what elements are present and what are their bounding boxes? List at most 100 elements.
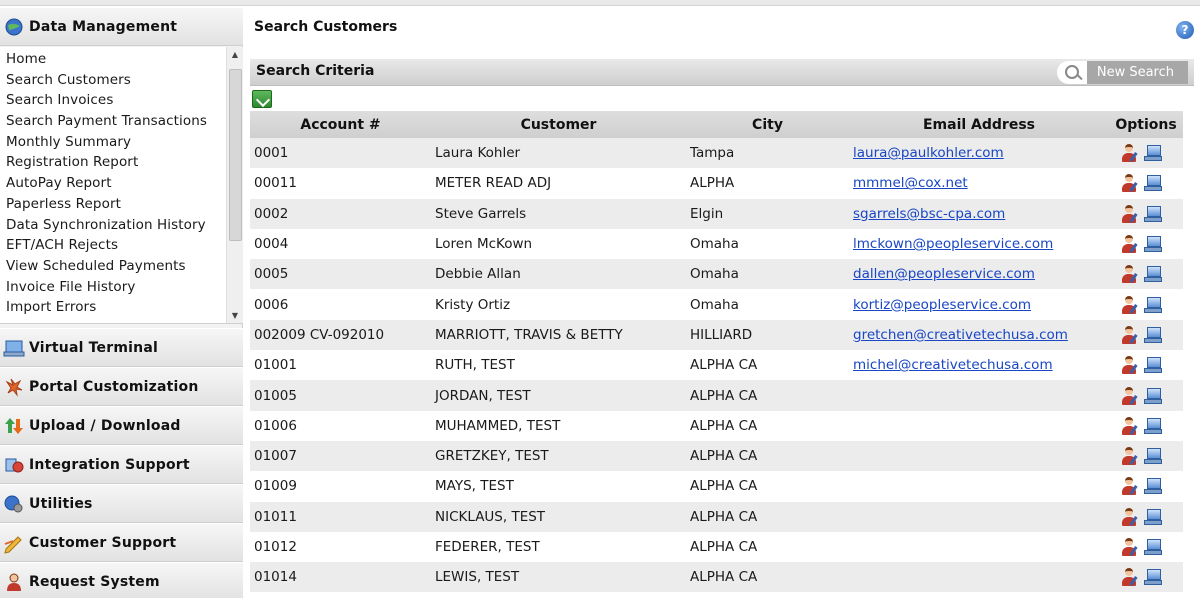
cell-options: [1109, 199, 1183, 229]
table-row[interactable]: 01006 MUHAMMED, TEST ALPHA CA: [250, 410, 1183, 441]
sidebar-menu-item[interactable]: Search Invoices: [6, 90, 243, 111]
table-row[interactable]: 0001 Laura Kohler Tampa laura@paulkohler.co…: [250, 138, 1183, 169]
table-row[interactable]: 01012 FEDERER, TEST ALPHA CA: [250, 531, 1183, 563]
sidebar-section-utilities[interactable]: Utilities: [0, 484, 243, 523]
edit-customer-icon[interactable]: [1119, 295, 1139, 315]
cell-options: [1109, 441, 1183, 471]
make-payment-icon[interactable]: [1143, 295, 1163, 315]
sidebar-menu-item[interactable]: View Scheduled Payments: [6, 256, 243, 277]
make-payment-icon[interactable]: [1143, 446, 1163, 466]
edit-customer-icon[interactable]: [1119, 143, 1139, 163]
new-search-button[interactable]: New Search: [1086, 61, 1188, 84]
sidebar-menu-item[interactable]: AutoPay Report: [6, 173, 243, 194]
table-row[interactable]: 01007 GRETZKEY, TEST ALPHA CA: [250, 440, 1183, 472]
sidebar-menu-item[interactable]: Import Errors: [6, 297, 243, 318]
email-link[interactable]: mmmel@cox.net: [853, 175, 968, 191]
sidebar-section-upload-download[interactable]: Upload / Download: [0, 406, 243, 445]
email-link[interactable]: dallen@peopleservice.com: [853, 266, 1035, 282]
email-link[interactable]: michel@creativetechusa.com: [853, 357, 1053, 373]
cell-options: [1109, 411, 1183, 441]
edit-customer-icon[interactable]: [1119, 355, 1139, 375]
table-row[interactable]: 01001 RUTH, TEST ALPHA CA michel@creativete…: [250, 350, 1183, 381]
edit-customer-icon[interactable]: [1119, 446, 1139, 466]
edit-customer-icon[interactable]: [1119, 325, 1139, 345]
table-row[interactable]: 01005 JORDAN, TEST ALPHA CA: [250, 380, 1183, 411]
table-row[interactable]: 0002 Steve Garrels Elgin sgarrels@bsc-cpa.c…: [250, 198, 1183, 229]
edit-customer-icon[interactable]: [1119, 476, 1139, 496]
sidebar-section-portal-customization[interactable]: Portal Customization: [0, 367, 243, 406]
magnifier-icon[interactable]: [1056, 61, 1087, 84]
gears-globe-icon: [3, 493, 25, 515]
sidebar-menu-item[interactable]: Search Customers: [6, 70, 243, 91]
make-payment-icon[interactable]: [1143, 386, 1163, 406]
sidebar-menu-item[interactable]: Home: [6, 49, 243, 70]
sidebar-section-customer-support[interactable]: Customer Support: [0, 523, 243, 562]
sidebar-menu-item[interactable]: Invoice File History: [6, 277, 243, 298]
email-link[interactable]: gretchen@creativetechusa.com: [853, 327, 1068, 343]
make-payment-icon[interactable]: [1143, 476, 1163, 496]
sidebar-menu-item[interactable]: Registration Report: [6, 152, 243, 173]
table-row[interactable]: 002009 CV-092010 MARRIOTT, TRAVIS & BETTY…: [250, 319, 1183, 351]
sidebar-menu-item[interactable]: Data Synchronization History: [6, 215, 243, 236]
scroll-up-arrow-icon[interactable]: ▲: [227, 47, 243, 63]
table-row[interactable]: 0004 Loren McKown Omaha lmckown@peopleservi…: [250, 228, 1183, 260]
sidebar-section-request-system[interactable]: Request System: [0, 562, 243, 598]
sidebar-menu-item[interactable]: Search Payment Transactions: [6, 111, 243, 132]
menu-scrollbar[interactable]: ▲ ▼: [226, 47, 243, 323]
export-excel-icon[interactable]: [252, 90, 272, 108]
cell-email: [849, 562, 1109, 592]
cell-account: 002009 CV-092010: [254, 326, 385, 343]
edit-customer-icon[interactable]: [1119, 264, 1139, 284]
scroll-down-arrow-icon[interactable]: ▼: [227, 308, 243, 323]
computer-icon: [3, 337, 25, 359]
table-row[interactable]: 00011 METER READ ADJ ALPHA mmmel@cox.net: [250, 168, 1183, 199]
edit-customer-icon[interactable]: [1119, 234, 1139, 254]
help-icon[interactable]: ?: [1176, 21, 1194, 39]
edit-customer-icon[interactable]: [1119, 567, 1139, 587]
column-header-customer[interactable]: Customer: [431, 111, 686, 138]
make-payment-icon[interactable]: [1143, 567, 1163, 587]
sidebar-menu-item[interactable]: Paperless Report: [6, 194, 243, 215]
make-payment-icon[interactable]: [1143, 325, 1163, 345]
column-header-city[interactable]: City: [686, 111, 849, 138]
sidebar-section-data-management[interactable]: Data Management: [0, 7, 243, 46]
edit-customer-icon[interactable]: [1119, 204, 1139, 224]
sidebar-menu-item[interactable]: Monthly Summary: [6, 132, 243, 153]
table-row[interactable]: 0006 Kristy Ortiz Omaha kortiz@peopleservic…: [250, 289, 1183, 320]
make-payment-icon[interactable]: [1143, 264, 1163, 284]
table-row[interactable]: 0005 Debbie Allan Omaha dallen@peopleservic…: [250, 259, 1183, 290]
search-criteria-label: Search Criteria: [256, 63, 375, 79]
email-link[interactable]: kortiz@peopleservice.com: [853, 297, 1031, 313]
scroll-thumb[interactable]: [229, 69, 242, 241]
new-search-control[interactable]: New Search: [1056, 61, 1188, 84]
make-payment-icon[interactable]: [1143, 234, 1163, 254]
edit-customer-icon[interactable]: [1119, 386, 1139, 406]
sidebar-section-integration-support[interactable]: Integration Support: [0, 445, 243, 484]
make-payment-icon[interactable]: [1143, 143, 1163, 163]
make-payment-icon[interactable]: [1143, 507, 1163, 527]
column-header-account[interactable]: Account #: [250, 111, 431, 138]
table-row[interactable]: 01014 LEWIS, TEST ALPHA CA: [250, 562, 1183, 593]
column-header-email[interactable]: Email Address: [849, 111, 1109, 138]
email-link[interactable]: lmckown@peopleservice.com: [853, 236, 1053, 252]
email-link[interactable]: sgarrels@bsc-cpa.com: [853, 206, 1005, 222]
table-row[interactable]: 01009 MAYS, TEST ALPHA CA: [250, 471, 1183, 502]
table-row[interactable]: 01011 NICKLAUS, TEST ALPHA CA: [250, 501, 1183, 532]
make-payment-icon[interactable]: [1143, 537, 1163, 557]
sidebar-menu-item[interactable]: EFT/ACH Rejects: [6, 235, 243, 256]
make-payment-icon[interactable]: [1143, 416, 1163, 436]
make-payment-icon[interactable]: [1143, 355, 1163, 375]
email-link[interactable]: laura@paulkohler.com: [853, 145, 1004, 161]
cell-customer: JORDAN, TEST: [435, 387, 531, 404]
edit-customer-icon[interactable]: [1119, 416, 1139, 436]
edit-customer-icon[interactable]: [1119, 507, 1139, 527]
edit-customer-icon[interactable]: [1119, 537, 1139, 557]
cell-city: ALPHA CA: [690, 508, 758, 525]
search-criteria-bar[interactable]: Search Criteria New Search: [250, 59, 1194, 86]
make-payment-icon[interactable]: [1143, 204, 1163, 224]
make-payment-icon[interactable]: [1143, 173, 1163, 193]
sidebar-section-virtual-terminal[interactable]: Virtual Terminal: [0, 328, 243, 367]
cell-options: [1109, 289, 1183, 319]
edit-customer-icon[interactable]: [1119, 173, 1139, 193]
cell-customer: Steve Garrels: [435, 205, 527, 222]
